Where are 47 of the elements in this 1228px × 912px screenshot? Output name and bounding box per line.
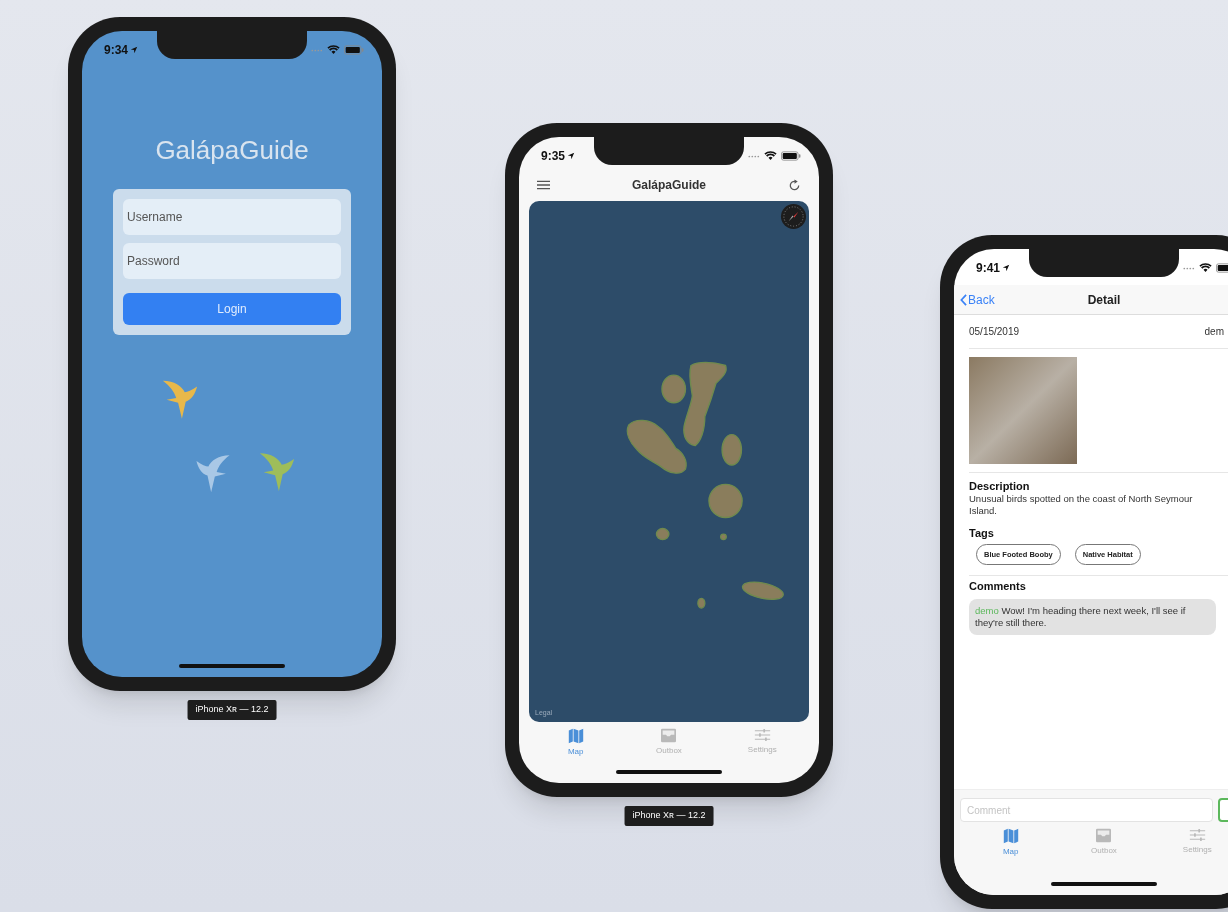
status-time: 9:35 <box>541 148 566 164</box>
device-label: iPhone Xʀ — 12.2 <box>624 806 714 826</box>
signal-dots-icon <box>1183 266 1195 270</box>
comment-field[interactable]: Comment <box>960 798 1213 822</box>
description-text: Unusual birds spotted on the coast of North Seymour Island. <box>969 493 1194 517</box>
location-arrow-icon <box>567 152 576 160</box>
inbox-tray-icon <box>660 728 678 743</box>
signal-dots-icon <box>748 154 760 158</box>
chevron-left-icon <box>960 293 967 306</box>
location-arrow-icon <box>1002 264 1011 272</box>
status-time: 9:41 <box>976 260 1001 276</box>
map-icon <box>567 728 584 744</box>
refresh-icon <box>788 178 801 192</box>
password-field[interactable]: Password <box>123 243 341 279</box>
menu-icon <box>537 180 550 190</box>
date-text: 05/15/2019 <box>969 325 1020 339</box>
tab-bar-item[interactable]: Settings <box>1167 828 1228 857</box>
section-heading: Description <box>969 480 1031 493</box>
back-button[interactable]: Back <box>960 290 995 309</box>
compass-icon <box>780 203 807 230</box>
tab-bar-item[interactable]: Settings <box>732 728 793 757</box>
wifi-icon <box>327 45 340 55</box>
status-time: 9:34 <box>104 42 129 58</box>
tab-bar-item[interactable]: Map <box>980 828 1041 857</box>
inbox-tray-icon <box>1095 828 1113 843</box>
battery-icon <box>781 151 801 161</box>
nav-title: GalápaGuide <box>632 177 706 194</box>
comment-text: demo Wow! I'm heading there next week, I'll see if they're still there. <box>975 605 1187 629</box>
login-button[interactable]: Login <box>123 293 341 325</box>
nav-title: Detail <box>1087 291 1121 309</box>
battery-icon <box>344 45 364 55</box>
section-heading: Comments <box>969 580 1027 593</box>
location-arrow-icon <box>130 46 139 54</box>
tab-bar-item[interactable]: Map <box>545 728 606 757</box>
device-label: iPhone Xʀ — 12.2 <box>187 700 277 720</box>
signal-dots-icon <box>311 48 323 52</box>
sliders-icon <box>753 728 771 742</box>
sliders-icon <box>1188 828 1206 842</box>
tab-bar-item[interactable]: Outbox <box>1074 828 1134 857</box>
username-field[interactable]: Username <box>123 199 341 235</box>
tab-bar-item[interactable]: Outbox <box>639 728 699 757</box>
wifi-icon <box>1199 263 1212 273</box>
wifi-icon <box>764 151 777 161</box>
user-name: dem <box>1204 325 1224 339</box>
app-title: GalápaGuide <box>155 134 309 166</box>
section-heading: Tags <box>969 527 995 540</box>
map-icon <box>1002 828 1019 844</box>
